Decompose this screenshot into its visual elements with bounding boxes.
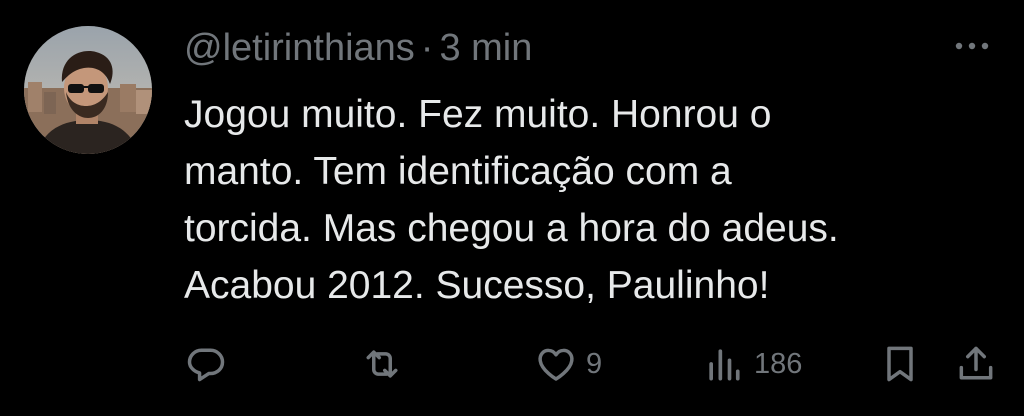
tweet-text-line: Jogou muito. Fez muito. Honrou o <box>184 93 772 136</box>
reply-icon <box>187 348 225 382</box>
tweet-timestamp[interactable]: 3 min <box>439 27 532 70</box>
avatar[interactable] <box>24 26 152 154</box>
reply-button[interactable] <box>184 338 228 390</box>
bookmark-icon <box>887 346 913 382</box>
tweet-text-line: Acabou 2012. Sucesso, Paulinho! <box>184 264 770 307</box>
heart-icon <box>538 348 574 381</box>
retweet-button[interactable] <box>360 338 404 390</box>
more-icon <box>955 42 989 50</box>
like-button[interactable]: 9 <box>534 338 602 390</box>
header-separator: · <box>420 26 434 69</box>
views-count: 186 <box>754 347 803 380</box>
retweet-icon <box>366 350 398 378</box>
tweet-header: @letirinthians · 3 min <box>184 22 532 74</box>
tweet-text-line: torcida. Mas chegou a hora do adeus. <box>184 207 839 250</box>
more-options-button[interactable] <box>948 30 996 62</box>
tweet-text-line: manto. Tem identificação com a <box>184 150 732 193</box>
share-button[interactable] <box>954 338 998 390</box>
views-icon <box>709 349 740 381</box>
tweet-text: Jogou muito. Fez muito. Honrou o manto. … <box>184 86 984 314</box>
tweet-actions: 9 186 <box>184 338 1000 390</box>
bookmark-button[interactable] <box>878 338 922 390</box>
tweet[interactable]: @letirinthians · 3 min Jogou muito. Fez … <box>0 0 1024 416</box>
like-count: 9 <box>586 347 603 380</box>
user-handle[interactable]: @letirinthians <box>184 27 415 70</box>
views-button[interactable]: 186 <box>702 338 802 390</box>
share-icon <box>959 346 993 380</box>
